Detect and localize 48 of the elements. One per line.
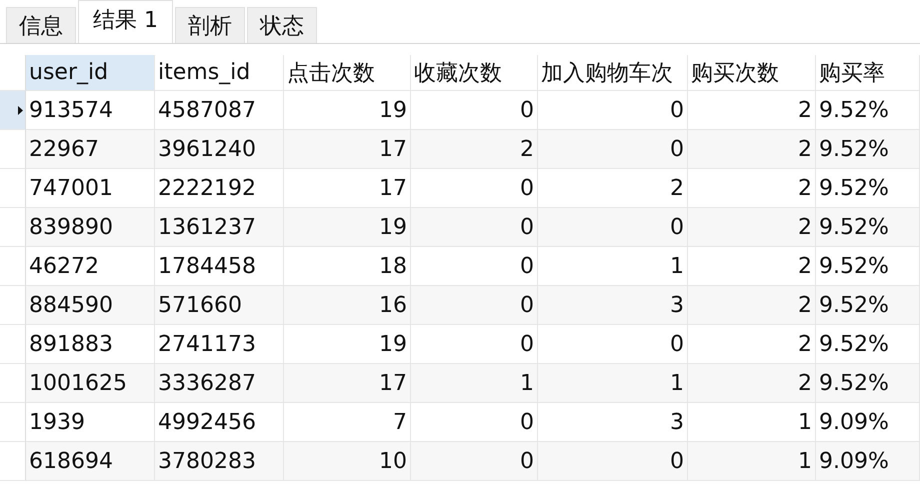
row-pointer-icon (18, 106, 23, 114)
table-cell: 2 (688, 364, 816, 403)
column-header[interactable]: 收藏次数 (411, 55, 538, 91)
table-cell: 9.52% (816, 364, 920, 403)
column-header[interactable]: 点击次数 (284, 55, 411, 91)
table-cell: 884590 (26, 286, 155, 325)
table-cell: 1001625 (26, 364, 155, 403)
table-cell: 618694 (26, 442, 155, 481)
table-cell: 9.52% (816, 208, 920, 247)
table-cell: 17 (284, 364, 411, 403)
column-header[interactable]: items_id (155, 55, 284, 91)
table-cell: 16 (284, 286, 411, 325)
table-cell: 0 (538, 208, 688, 247)
column-header[interactable]: 购买率 (816, 55, 920, 91)
tab[interactable]: 剖析 (175, 7, 245, 43)
table-cell: 0 (411, 208, 538, 247)
table-cell: 22967 (26, 130, 155, 169)
table-cell: 1361237 (155, 208, 284, 247)
table-cell: 19 (284, 208, 411, 247)
table-cell: 0 (538, 442, 688, 481)
tab[interactable]: 状态 (247, 7, 317, 43)
table-cell: 0 (411, 286, 538, 325)
table-cell: 2 (688, 130, 816, 169)
table-cell: 9.09% (816, 442, 920, 481)
table-cell: 3961240 (155, 130, 284, 169)
column-header[interactable]: user_id (26, 55, 155, 91)
table-cell: 571660 (155, 286, 284, 325)
tab[interactable]: 信息 (6, 7, 76, 43)
tab[interactable]: 结果 1 (78, 0, 173, 43)
table-cell: 9.52% (816, 130, 920, 169)
table-cell: 0 (411, 442, 538, 481)
table-cell: 0 (538, 130, 688, 169)
table-cell: 2 (688, 208, 816, 247)
table-cell: 3336287 (155, 364, 284, 403)
table-cell: 17 (284, 130, 411, 169)
table-cell: 1 (538, 364, 688, 403)
row-indicator[interactable] (0, 91, 26, 130)
table-cell: 3780283 (155, 442, 284, 481)
table-cell: 1 (688, 442, 816, 481)
table-cell: 2 (411, 130, 538, 169)
table-cell: 9.52% (816, 286, 920, 325)
table-cell: 10 (284, 442, 411, 481)
table-cell: 3 (538, 286, 688, 325)
table-cell: 839890 (26, 208, 155, 247)
column-header[interactable]: 加入购物车次 (538, 55, 688, 91)
column-header[interactable]: 购买次数 (688, 55, 816, 91)
table-cell: 1 (411, 364, 538, 403)
table-cell: 2 (688, 286, 816, 325)
